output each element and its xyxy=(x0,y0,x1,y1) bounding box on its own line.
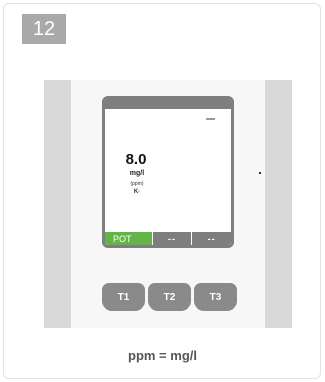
step-number-badge: 12 xyxy=(22,14,66,44)
right-side-panel xyxy=(265,80,292,328)
display-tabs: POT -- -- xyxy=(105,232,231,245)
key-t1-button[interactable]: T1 xyxy=(102,283,145,311)
reading-ion: K· xyxy=(133,189,141,195)
key-t2-button[interactable]: T2 xyxy=(148,283,191,311)
key-t3-button[interactable]: T3 xyxy=(194,283,237,311)
device-display: 8.0 mg/l (ppm) K· POT -- -- xyxy=(102,96,234,248)
battery-indicator-icon xyxy=(206,118,215,120)
left-side-panel xyxy=(44,80,71,328)
caption: ppm = mg/l xyxy=(128,348,197,363)
reading-alt-unit: (ppm) xyxy=(130,181,144,187)
reading-value: 8.0 xyxy=(125,151,147,168)
reading-unit: mg/l xyxy=(129,170,145,177)
display-header-bar xyxy=(105,99,231,109)
tab-3[interactable]: -- xyxy=(192,232,231,245)
soft-keys: T1 T2 T3 xyxy=(102,283,237,311)
tab-pot[interactable]: POT xyxy=(105,232,152,245)
tab-2[interactable]: -- xyxy=(152,232,192,245)
decorative-dot xyxy=(259,172,261,174)
